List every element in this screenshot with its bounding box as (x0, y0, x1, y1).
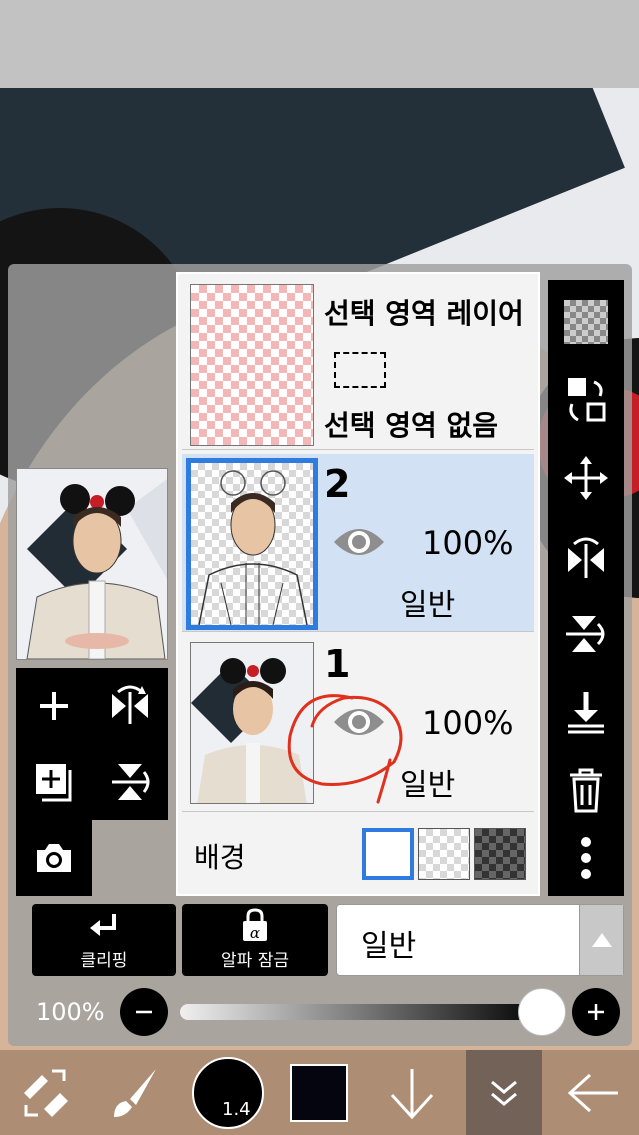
move-button[interactable] (548, 440, 624, 516)
color-button[interactable] (286, 1050, 352, 1135)
transparency-button[interactable] (548, 284, 624, 360)
trash-icon (570, 768, 602, 813)
opacity-slider-row: 100% (8, 984, 632, 1040)
current-color-swatch (290, 1063, 348, 1122)
opacity-decrease-button[interactable] (120, 988, 168, 1036)
blend-mode-select[interactable]: 일반 (336, 904, 624, 976)
svg-text:α: α (250, 924, 260, 942)
back-button[interactable] (556, 1050, 632, 1135)
flip-vertical-button-right[interactable] (548, 596, 624, 672)
selection-layer-thumbnail (190, 284, 314, 446)
opacity-slider-track[interactable] (180, 1004, 544, 1020)
minus-icon (136, 1010, 152, 1014)
selection-marquee-icon (334, 352, 386, 388)
layers-button[interactable] (466, 1050, 542, 1135)
chevron-up-icon (591, 933, 612, 947)
lock-icon: α (243, 908, 267, 942)
layer-2-name: 2 (324, 462, 351, 506)
bottom-toolbar: 1.4 (0, 1050, 639, 1135)
background-white-option[interactable] (362, 828, 414, 880)
camera-button[interactable] (16, 820, 92, 896)
flip-vertical-icon (566, 616, 605, 652)
pen-eraser-swap-icon (24, 1069, 68, 1117)
move-icon (564, 456, 608, 500)
duplicate-layer-icon (36, 764, 72, 802)
background-label: 배경 (194, 841, 246, 874)
brush-size-button[interactable]: 1.4 (190, 1050, 266, 1135)
arrow-left-icon (567, 1073, 618, 1112)
alpha-lock-label: 알파 잠금 (221, 951, 289, 971)
brush-button[interactable] (96, 1050, 172, 1135)
move-down-button[interactable] (376, 1050, 448, 1135)
background-dark-option[interactable] (474, 828, 526, 880)
clipping-arrow-icon (90, 914, 116, 936)
selection-layer-title: 선택 영역 레이어 (324, 297, 524, 330)
add-layer-button[interactable] (16, 668, 92, 744)
left-tools-camera (16, 820, 92, 896)
top-bar (0, 0, 639, 88)
camera-icon (37, 844, 71, 872)
layer-1-opacity: 100% (422, 704, 514, 742)
more-options-button[interactable] (548, 820, 624, 896)
layer-2-blend-mode: 일반 (400, 588, 456, 623)
opacity-increase-button[interactable] (572, 988, 620, 1036)
right-tools (548, 280, 624, 896)
red-annotation-scribble (287, 694, 403, 804)
plus-icon (40, 692, 68, 720)
more-vertical-icon (581, 837, 591, 879)
chevron-double-down-icon (491, 1080, 517, 1106)
brush-size-indicator: 1.4 (192, 1056, 264, 1129)
swap-layer-button[interactable] (548, 362, 624, 438)
flip-horizontal-icon (112, 685, 148, 724)
blend-mode-value: 일반 (361, 929, 417, 964)
canvas-preview-thumbnail[interactable] (16, 468, 168, 660)
merge-down-button[interactable] (548, 674, 624, 750)
opacity-label: 100% (36, 998, 105, 1026)
plus-icon (588, 1004, 604, 1020)
flip-vertical-icon (112, 764, 150, 800)
flip-vertical-button[interactable] (92, 744, 168, 820)
clipping-button[interactable]: 클리핑 (32, 904, 176, 976)
arrow-down-icon (390, 1068, 434, 1119)
background-row: 배경 (182, 816, 534, 890)
brush-icon (114, 1068, 156, 1117)
delete-layer-button[interactable] (548, 752, 624, 828)
alpha-lock-button[interactable]: α 알파 잠금 (182, 904, 328, 976)
background-transparent-option[interactable] (418, 828, 470, 880)
flip-horizontal-icon (568, 537, 604, 578)
tool-switch-button[interactable] (8, 1050, 84, 1135)
layer-row-1[interactable]: 1 100% 일반 (182, 636, 534, 812)
left-tools (16, 668, 168, 820)
blend-mode-dropdown-button[interactable] (579, 905, 623, 975)
merge-down-icon (568, 692, 604, 734)
duplicate-layer-button[interactable] (16, 744, 92, 820)
opacity-slider-thumb[interactable] (518, 988, 566, 1036)
selection-layer-row[interactable]: 선택 영역 레이어 선택 영역 없음 (182, 278, 534, 450)
layer-row-2[interactable]: 2 100% 일반 (182, 454, 534, 632)
layer-2-thumbnail (186, 458, 318, 630)
flip-horizontal-button[interactable] (92, 668, 168, 744)
layer-2-opacity: 100% (422, 524, 514, 562)
swap-layer-icon (568, 378, 606, 422)
eye-icon[interactable] (332, 522, 386, 566)
brush-size-value: 1.4 (222, 1098, 251, 1120)
flip-horizontal-button-right[interactable] (548, 518, 624, 594)
selection-layer-status: 선택 영역 없음 (324, 409, 499, 442)
clipping-label: 클리핑 (80, 951, 128, 971)
layer-list: 선택 영역 레이어 선택 영역 없음 2 100% 일반 1 100% 일반 배… (176, 272, 540, 896)
checker-icon (564, 300, 608, 344)
